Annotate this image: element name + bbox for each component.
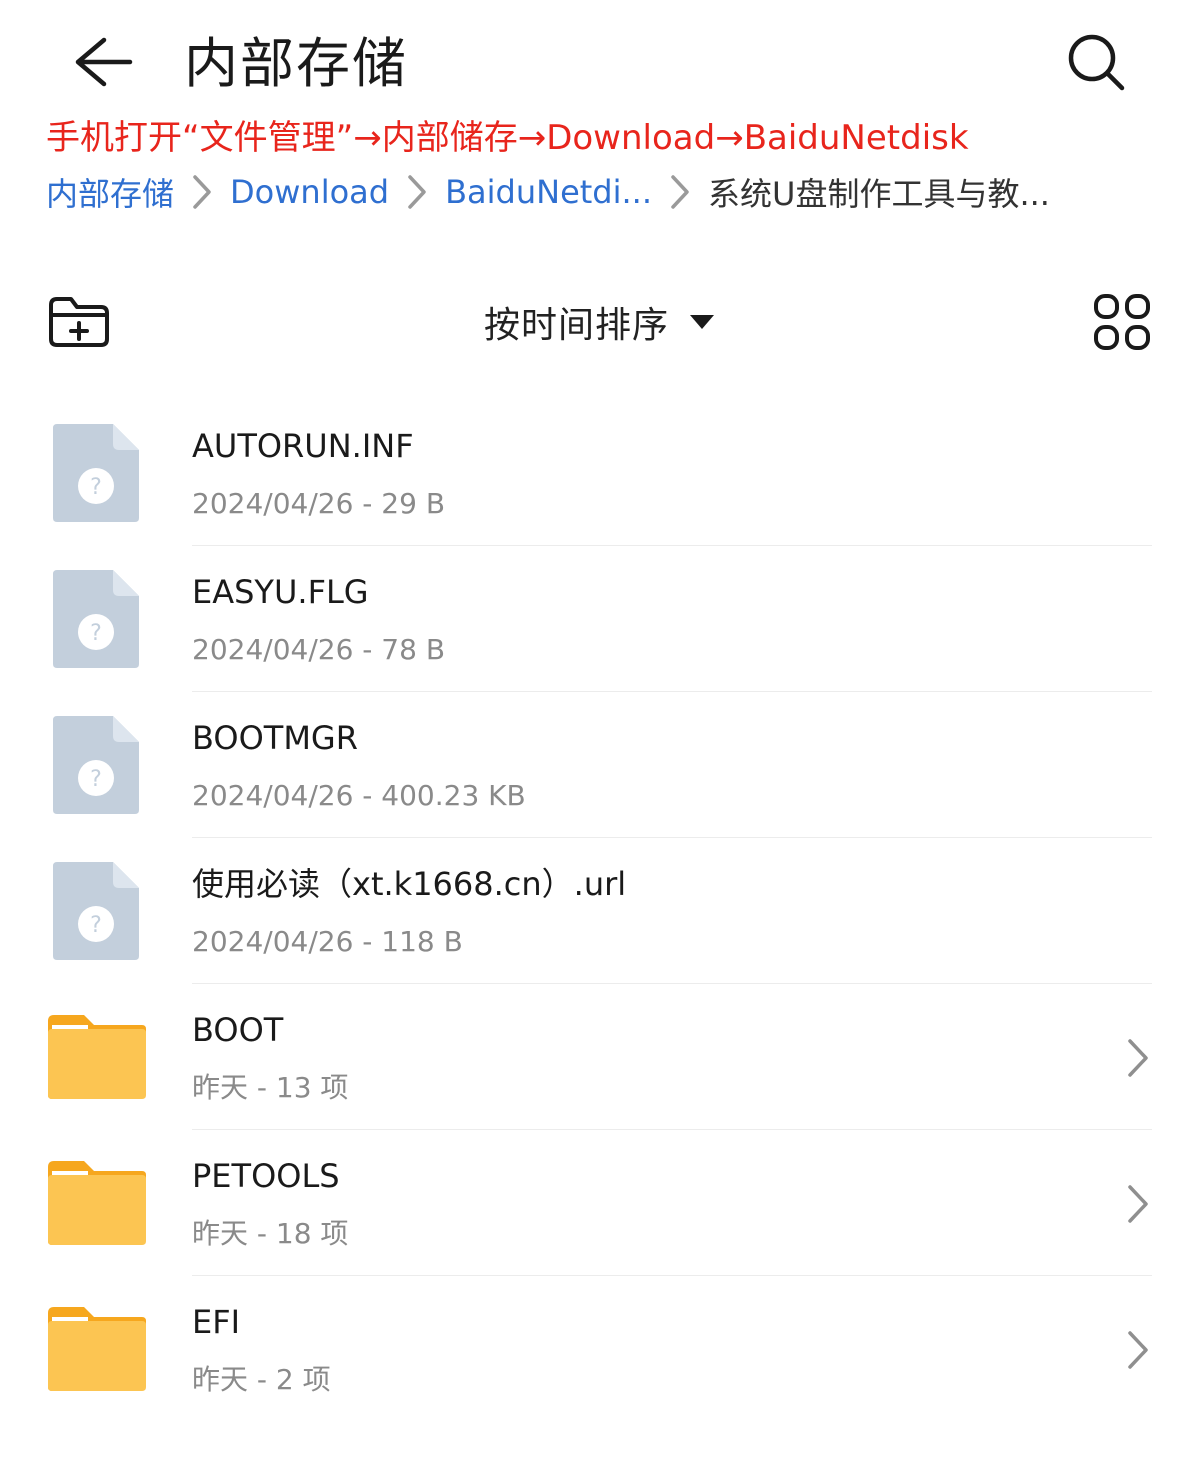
folder-meta: 昨天 - 13 项 bbox=[192, 1071, 349, 1104]
file-manager-screen: 内部存储 手机打开“文件管理”→内部储存→Download→BaiduNetdi… bbox=[0, 0, 1200, 1473]
list-item[interactable]: ? AUTORUN.INF 2024/04/26 - 29 B bbox=[0, 400, 1200, 546]
list-item[interactable]: ? 使用必读（xt.k1668.cn）.url 2024/04/26 - 118… bbox=[0, 838, 1200, 984]
unknown-file-icon: ? bbox=[42, 858, 150, 964]
folder-icon bbox=[42, 1004, 150, 1110]
file-name: AUTORUN.INF bbox=[192, 427, 414, 465]
list-toolbar: 按时间排序 bbox=[0, 280, 1200, 364]
new-folder-button[interactable] bbox=[42, 290, 114, 354]
grid-view-button[interactable] bbox=[1088, 288, 1156, 356]
grid-view-icon bbox=[1094, 294, 1150, 350]
chevron-right-icon bbox=[1124, 1326, 1152, 1374]
file-name: EASYU.FLG bbox=[192, 573, 369, 611]
list-item[interactable]: ? BOOTMGR 2024/04/26 - 400.23 KB bbox=[0, 692, 1200, 838]
svg-text:?: ? bbox=[90, 621, 102, 646]
folder-name: PETOOLS bbox=[192, 1157, 340, 1195]
breadcrumb-item-current: 系统U盘制作工具与教... bbox=[708, 175, 1050, 213]
unknown-file-icon: ? bbox=[42, 566, 150, 672]
breadcrumb-item-baidunetdisk[interactable]: BaiduNetdi... bbox=[445, 173, 652, 211]
chevron-right-icon bbox=[652, 166, 708, 218]
chevron-right-icon bbox=[1124, 1034, 1152, 1082]
breadcrumb-item-internal-storage[interactable]: 内部存储 bbox=[46, 169, 174, 215]
svg-text:?: ? bbox=[90, 767, 102, 792]
folder-name: BOOT bbox=[192, 1011, 284, 1049]
folder-meta: 昨天 - 18 项 bbox=[192, 1217, 349, 1250]
breadcrumb-item-download[interactable]: Download bbox=[230, 173, 389, 211]
chevron-right-icon bbox=[1124, 1180, 1152, 1228]
file-list: ? AUTORUN.INF 2024/04/26 - 29 B ? EASYU.… bbox=[0, 400, 1200, 1422]
file-meta: 2024/04/26 - 78 B bbox=[192, 633, 446, 666]
file-name: 使用必读（xt.k1668.cn）.url bbox=[192, 865, 627, 903]
new-folder-icon bbox=[49, 297, 109, 347]
file-meta: 2024/04/26 - 118 B bbox=[192, 925, 463, 958]
list-item[interactable]: PETOOLS 昨天 - 18 项 bbox=[0, 1130, 1200, 1276]
folder-name: EFI bbox=[192, 1303, 241, 1341]
sort-dropdown[interactable]: 按时间排序 bbox=[484, 290, 715, 354]
breadcrumb: 内部存储 Download BaiduNetdi... 系统U盘制作工具与教..… bbox=[46, 166, 1050, 218]
top-app-bar: 内部存储 bbox=[0, 0, 1200, 120]
folder-icon bbox=[42, 1296, 150, 1402]
list-item[interactable]: BOOT 昨天 - 13 项 bbox=[0, 984, 1200, 1130]
chevron-right-icon bbox=[389, 166, 445, 218]
search-button[interactable] bbox=[1060, 26, 1132, 98]
file-meta: 2024/04/26 - 29 B bbox=[192, 487, 446, 520]
instruction-annotation: 手机打开“文件管理”→内部储存→Download→BaiduNetdisk bbox=[46, 118, 969, 158]
search-icon bbox=[1068, 34, 1125, 91]
unknown-file-icon: ? bbox=[42, 420, 150, 526]
unknown-file-icon: ? bbox=[42, 712, 150, 818]
back-button[interactable] bbox=[66, 30, 138, 94]
folder-icon bbox=[42, 1150, 150, 1256]
file-name: BOOTMGR bbox=[192, 719, 358, 757]
svg-text:?: ? bbox=[90, 475, 102, 500]
svg-text:?: ? bbox=[90, 913, 102, 938]
sort-label: 按时间排序 bbox=[484, 305, 670, 346]
caret-down-icon bbox=[689, 313, 715, 331]
folder-meta: 昨天 - 2 项 bbox=[192, 1363, 331, 1396]
arrow-left-icon bbox=[75, 37, 133, 87]
list-item[interactable]: EFI 昨天 - 2 项 bbox=[0, 1276, 1200, 1422]
file-meta: 2024/04/26 - 400.23 KB bbox=[192, 779, 526, 812]
page-title: 内部存储 bbox=[184, 32, 408, 95]
chevron-right-icon bbox=[174, 166, 230, 218]
list-item[interactable]: ? EASYU.FLG 2024/04/26 - 78 B bbox=[0, 546, 1200, 692]
